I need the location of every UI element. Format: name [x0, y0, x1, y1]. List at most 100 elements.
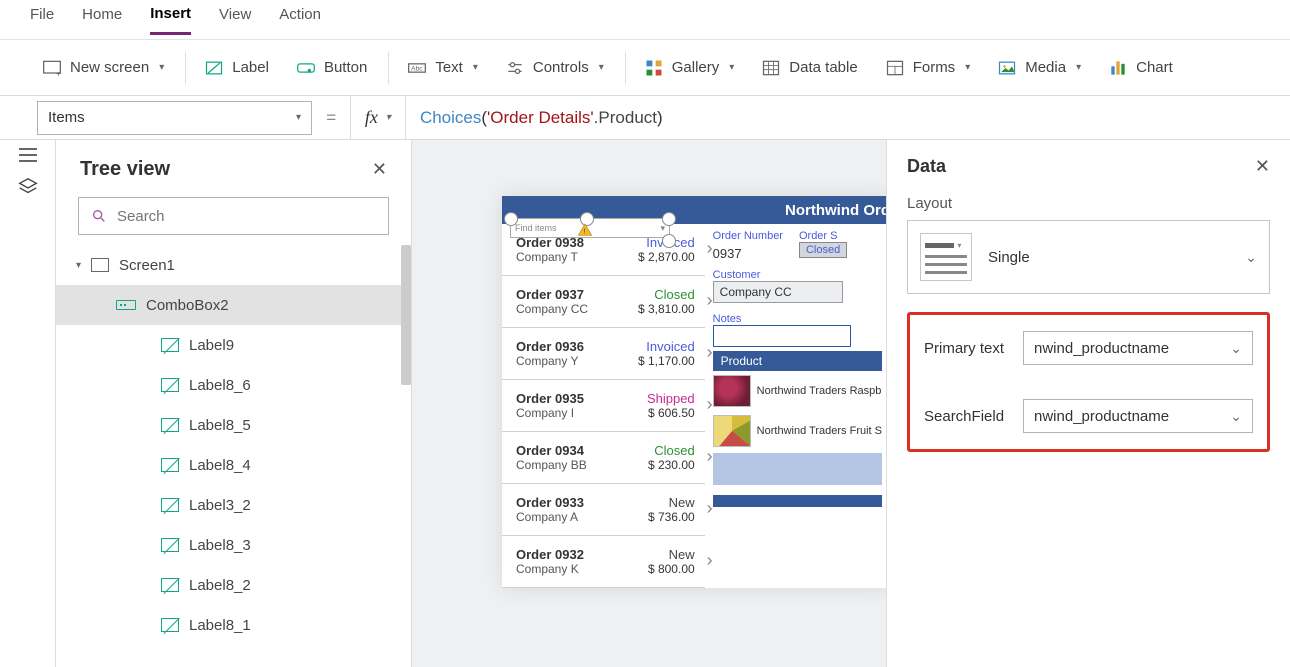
tree-screen-row[interactable]: ▾ Screen1: [56, 245, 411, 285]
order-price: $ 2,870.00: [638, 250, 695, 264]
resize-handle[interactable]: [662, 234, 676, 248]
menu-action[interactable]: Action: [279, 6, 321, 33]
tree-label-row[interactable]: Label9: [56, 325, 411, 365]
order-status: Closed: [654, 443, 694, 458]
screen-icon: +: [42, 58, 62, 78]
tree-label-row[interactable]: Label8_2: [56, 565, 411, 605]
text-icon: Abc: [407, 58, 427, 78]
tree-label-row[interactable]: Label8_5: [56, 405, 411, 445]
forms-button[interactable]: Forms▾: [873, 52, 983, 84]
tree-item-label: ComboBox2: [146, 297, 229, 314]
menu-view[interactable]: View: [219, 6, 251, 33]
ordernum-label: Order Number: [713, 230, 783, 242]
resize-handle[interactable]: [662, 212, 676, 226]
chart-btn-text: Chart: [1136, 59, 1173, 76]
hamburger-icon[interactable]: [19, 154, 37, 156]
canvas[interactable]: Northwind Ord Find items▾!Order 0938Comp…: [412, 140, 886, 667]
tree-label-row[interactable]: Label8_6: [56, 365, 411, 405]
new-screen-button[interactable]: + New screen▾: [30, 52, 176, 84]
app-preview: Northwind Ord Find items▾!Order 0938Comp…: [502, 196, 886, 588]
tree-item-label: Label3_2: [189, 497, 251, 514]
tree-label-row[interactable]: Label8_3: [56, 525, 411, 565]
gallery-icon: [644, 58, 664, 78]
controls-button[interactable]: Controls▾: [493, 52, 616, 84]
button-icon: [296, 58, 316, 78]
order-number: Order 0934: [516, 443, 587, 458]
tree-combobox-row[interactable]: ComboBox2: [56, 285, 411, 325]
tree-label-row[interactable]: Label3_2: [56, 485, 411, 525]
chevron-down-icon: ▾: [965, 62, 970, 73]
resize-handle[interactable]: [504, 212, 518, 226]
formula-input[interactable]: Choices( 'Order Details'.Product ): [406, 96, 1290, 140]
order-row[interactable]: Order 0934Company BBClosed$ 230.00›: [502, 432, 705, 484]
product-row[interactable]: Northwind Traders Raspb: [713, 371, 882, 411]
data-panel: Data ✕ Layout ▾ Single ⌄ Primary text nw…: [886, 140, 1290, 667]
customer-field[interactable]: Company CC: [713, 281, 843, 303]
layout-select[interactable]: ▾ Single ⌄: [907, 220, 1270, 294]
chevron-down-icon: ⌄: [1245, 249, 1257, 266]
orderstatus-value[interactable]: Closed: [799, 242, 847, 258]
order-price: $ 606.50: [648, 406, 695, 420]
label-icon: [161, 498, 179, 512]
tree-label-row[interactable]: Label8_1: [56, 605, 411, 645]
tree-item-label: Label8_3: [189, 537, 251, 554]
company-name: Company I: [516, 406, 584, 420]
media-button[interactable]: Media ▾: [985, 52, 1093, 84]
order-row[interactable]: Order 0936Company YInvoiced$ 1,170.00›: [502, 328, 705, 380]
gallery-button[interactable]: Gallery▾: [625, 52, 747, 84]
close-panel-button[interactable]: ✕: [372, 159, 387, 180]
layout-preview-icon: ▾: [920, 233, 972, 281]
controls-btn-text: Controls: [533, 59, 589, 76]
tree-item-label: Label8_6: [189, 377, 251, 394]
label-btn-text: Label: [232, 59, 269, 76]
button-button[interactable]: Button: [284, 52, 379, 84]
company-name: Company A: [516, 510, 584, 524]
chevron-down-icon: ▾: [1076, 62, 1081, 73]
order-row[interactable]: Order 0935Company IShipped$ 606.50›: [502, 380, 705, 432]
search-input[interactable]: [78, 197, 389, 235]
text-button[interactable]: Abc Text▾: [388, 52, 490, 84]
order-row[interactable]: Order 0932Company KNew$ 800.00›: [502, 536, 705, 588]
searchfield-select[interactable]: nwind_productname ⌄: [1023, 399, 1253, 433]
close-data-panel[interactable]: ✕: [1255, 156, 1270, 177]
menu-bar: File Home Insert View Action: [0, 0, 1290, 40]
datatable-button[interactable]: Data table: [749, 52, 869, 84]
label-button[interactable]: Label: [185, 52, 281, 84]
formula-fn: Choices: [420, 108, 481, 128]
company-name: Company CC: [516, 302, 588, 316]
tree-label-row[interactable]: Label8_4: [56, 445, 411, 485]
notes-input[interactable]: [713, 325, 851, 347]
scrollbar[interactable]: [401, 245, 411, 385]
ribbon-toolbar: + New screen▾ Label Button Abc Text▾ Con…: [0, 40, 1290, 96]
formula-bar: Items ▾ = fx ▾ Choices( 'Order Details'.…: [0, 96, 1290, 140]
menu-home[interactable]: Home: [82, 6, 122, 33]
product-thumbnail: [713, 415, 751, 447]
menu-file[interactable]: File: [30, 6, 54, 33]
menu-insert[interactable]: Insert: [150, 5, 191, 35]
orderstatus-label: Order S: [799, 230, 847, 242]
layers-icon[interactable]: [17, 176, 39, 198]
primary-text-select[interactable]: nwind_productname ⌄: [1023, 331, 1253, 365]
company-name: Company T: [516, 250, 584, 264]
forms-icon: [885, 58, 905, 78]
chart-button[interactable]: Chart: [1096, 52, 1185, 84]
warning-icon: !: [576, 222, 594, 238]
order-price: $ 230.00: [648, 458, 695, 472]
order-status: Closed: [654, 287, 694, 302]
order-row[interactable]: Order 0937Company CCClosed$ 3,810.00›: [502, 276, 705, 328]
media-btn-text: Media: [1025, 59, 1066, 76]
search-field[interactable]: [117, 208, 376, 225]
screen-icon: [91, 258, 109, 272]
left-rail: [0, 140, 56, 667]
product-row[interactable]: Northwind Traders Fruit S: [713, 411, 882, 451]
svg-text:Abc: Abc: [411, 65, 423, 72]
datatable-btn-text: Data table: [789, 59, 857, 76]
property-select[interactable]: Items ▾: [37, 101, 312, 135]
highlighted-fields: Primary text nwind_productname ⌄ SearchF…: [907, 312, 1270, 452]
tree-scroll: ▾ Screen1 ComboBox2 Label9 Label8_6 Label8…: [56, 245, 411, 667]
order-row[interactable]: Find items▾!Order 0938Company TInvoiced$…: [502, 224, 705, 276]
fx-button[interactable]: fx ▾: [350, 96, 406, 140]
property-value: Items: [48, 109, 85, 126]
order-row[interactable]: Order 0933Company ANew$ 736.00›: [502, 484, 705, 536]
order-number: Order 0932: [516, 547, 584, 562]
